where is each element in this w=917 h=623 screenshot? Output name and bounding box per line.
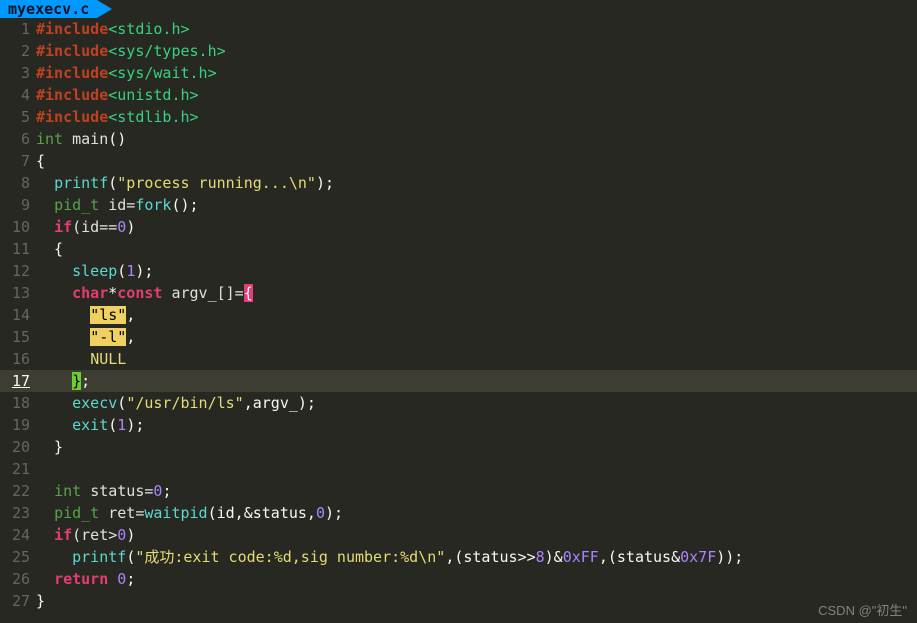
line-number: 14 [0,304,32,326]
line-number: 10 [0,216,32,238]
line-number: 25 [0,546,32,568]
code-content: NULL [32,348,917,370]
line-number: 24 [0,524,32,546]
line-number: 8 [0,172,32,194]
code-line[interactable]: 10 if(id==0) [0,216,917,238]
code-content: if(id==0) [32,216,917,238]
code-content: #include<unistd.h> [32,84,917,106]
code-content: } [32,590,917,612]
code-line[interactable]: 22 int status=0; [0,480,917,502]
code-line[interactable]: 18 execv("/usr/bin/ls",argv_); [0,392,917,414]
line-number: 6 [0,128,32,150]
code-content: if(ret>0) [32,524,917,546]
line-number: 21 [0,458,32,480]
code-content: #include<sys/wait.h> [32,62,917,84]
code-line[interactable]: 16 NULL [0,348,917,370]
line-number: 12 [0,260,32,282]
line-number: 3 [0,62,32,84]
line-number: 7 [0,150,32,172]
code-content: #include<sys/types.h> [32,40,917,62]
code-line[interactable]: 6int main() [0,128,917,150]
code-line[interactable]: 7{ [0,150,917,172]
line-number: 27 [0,590,32,612]
code-line[interactable]: 5#include<stdlib.h> [0,106,917,128]
line-number: 13 [0,282,32,304]
code-line[interactable]: 4#include<unistd.h> [0,84,917,106]
code-content: }; [32,370,917,392]
line-number: 22 [0,480,32,502]
code-line[interactable]: 20 } [0,436,917,458]
code-content: pid_t ret=waitpid(id,&status,0); [32,502,917,524]
code-line[interactable]: 25 printf("成功:exit code:%d,sig number:%d… [0,546,917,568]
code-content: return 0; [32,568,917,590]
line-number: 16 [0,348,32,370]
file-tab-label: myexecv.c [8,0,89,18]
file-tab[interactable]: myexecv.c [0,0,97,18]
line-number: 4 [0,84,32,106]
code-line[interactable]: 13 char*const argv_[]={ [0,282,917,304]
code-content: "ls", [32,304,917,326]
code-content: } [32,436,917,458]
code-line[interactable]: 24 if(ret>0) [0,524,917,546]
code-line[interactable]: 21 [0,458,917,480]
code-content: #include<stdio.h> [32,18,917,40]
code-content: { [32,150,917,172]
code-line[interactable]: 11 { [0,238,917,260]
code-content: pid_t id=fork(); [32,194,917,216]
code-line[interactable]: 23 pid_t ret=waitpid(id,&status,0); [0,502,917,524]
code-line[interactable]: 1#include<stdio.h> [0,18,917,40]
code-line[interactable]: 15 "-l", [0,326,917,348]
watermark: CSDN @"初生" [818,600,907,619]
line-number: 23 [0,502,32,524]
code-content: exit(1); [32,414,917,436]
line-number: 1 [0,18,32,40]
code-line[interactable]: 19 exit(1); [0,414,917,436]
line-number: 15 [0,326,32,348]
line-number: 17 [0,370,32,392]
code-content: "-l", [32,326,917,348]
code-line[interactable]: 3#include<sys/wait.h> [0,62,917,84]
code-line[interactable]: 17 }; [0,370,917,392]
code-content: { [32,238,917,260]
line-number: 26 [0,568,32,590]
code-content [32,458,917,480]
code-line[interactable]: 9 pid_t id=fork(); [0,194,917,216]
line-number: 2 [0,40,32,62]
code-content: int main() [32,128,917,150]
line-number: 19 [0,414,32,436]
code-content: char*const argv_[]={ [32,282,917,304]
code-line[interactable]: 12 sleep(1); [0,260,917,282]
code-line[interactable]: 2#include<sys/types.h> [0,40,917,62]
line-number: 11 [0,238,32,260]
code-line[interactable]: 8 printf("process running...\n"); [0,172,917,194]
code-editor[interactable]: 1#include<stdio.h>2#include<sys/types.h>… [0,18,917,612]
line-number: 9 [0,194,32,216]
code-content: execv("/usr/bin/ls",argv_); [32,392,917,414]
line-number: 20 [0,436,32,458]
line-number: 5 [0,106,32,128]
code-line[interactable]: 26 return 0; [0,568,917,590]
line-number: 18 [0,392,32,414]
code-content: printf("成功:exit code:%d,sig number:%d\n"… [32,546,917,568]
code-content: printf("process running...\n"); [32,172,917,194]
code-line[interactable]: 27} [0,590,917,612]
code-content: int status=0; [32,480,917,502]
code-line[interactable]: 14 "ls", [0,304,917,326]
code-content: #include<stdlib.h> [32,106,917,128]
code-content: sleep(1); [32,260,917,282]
